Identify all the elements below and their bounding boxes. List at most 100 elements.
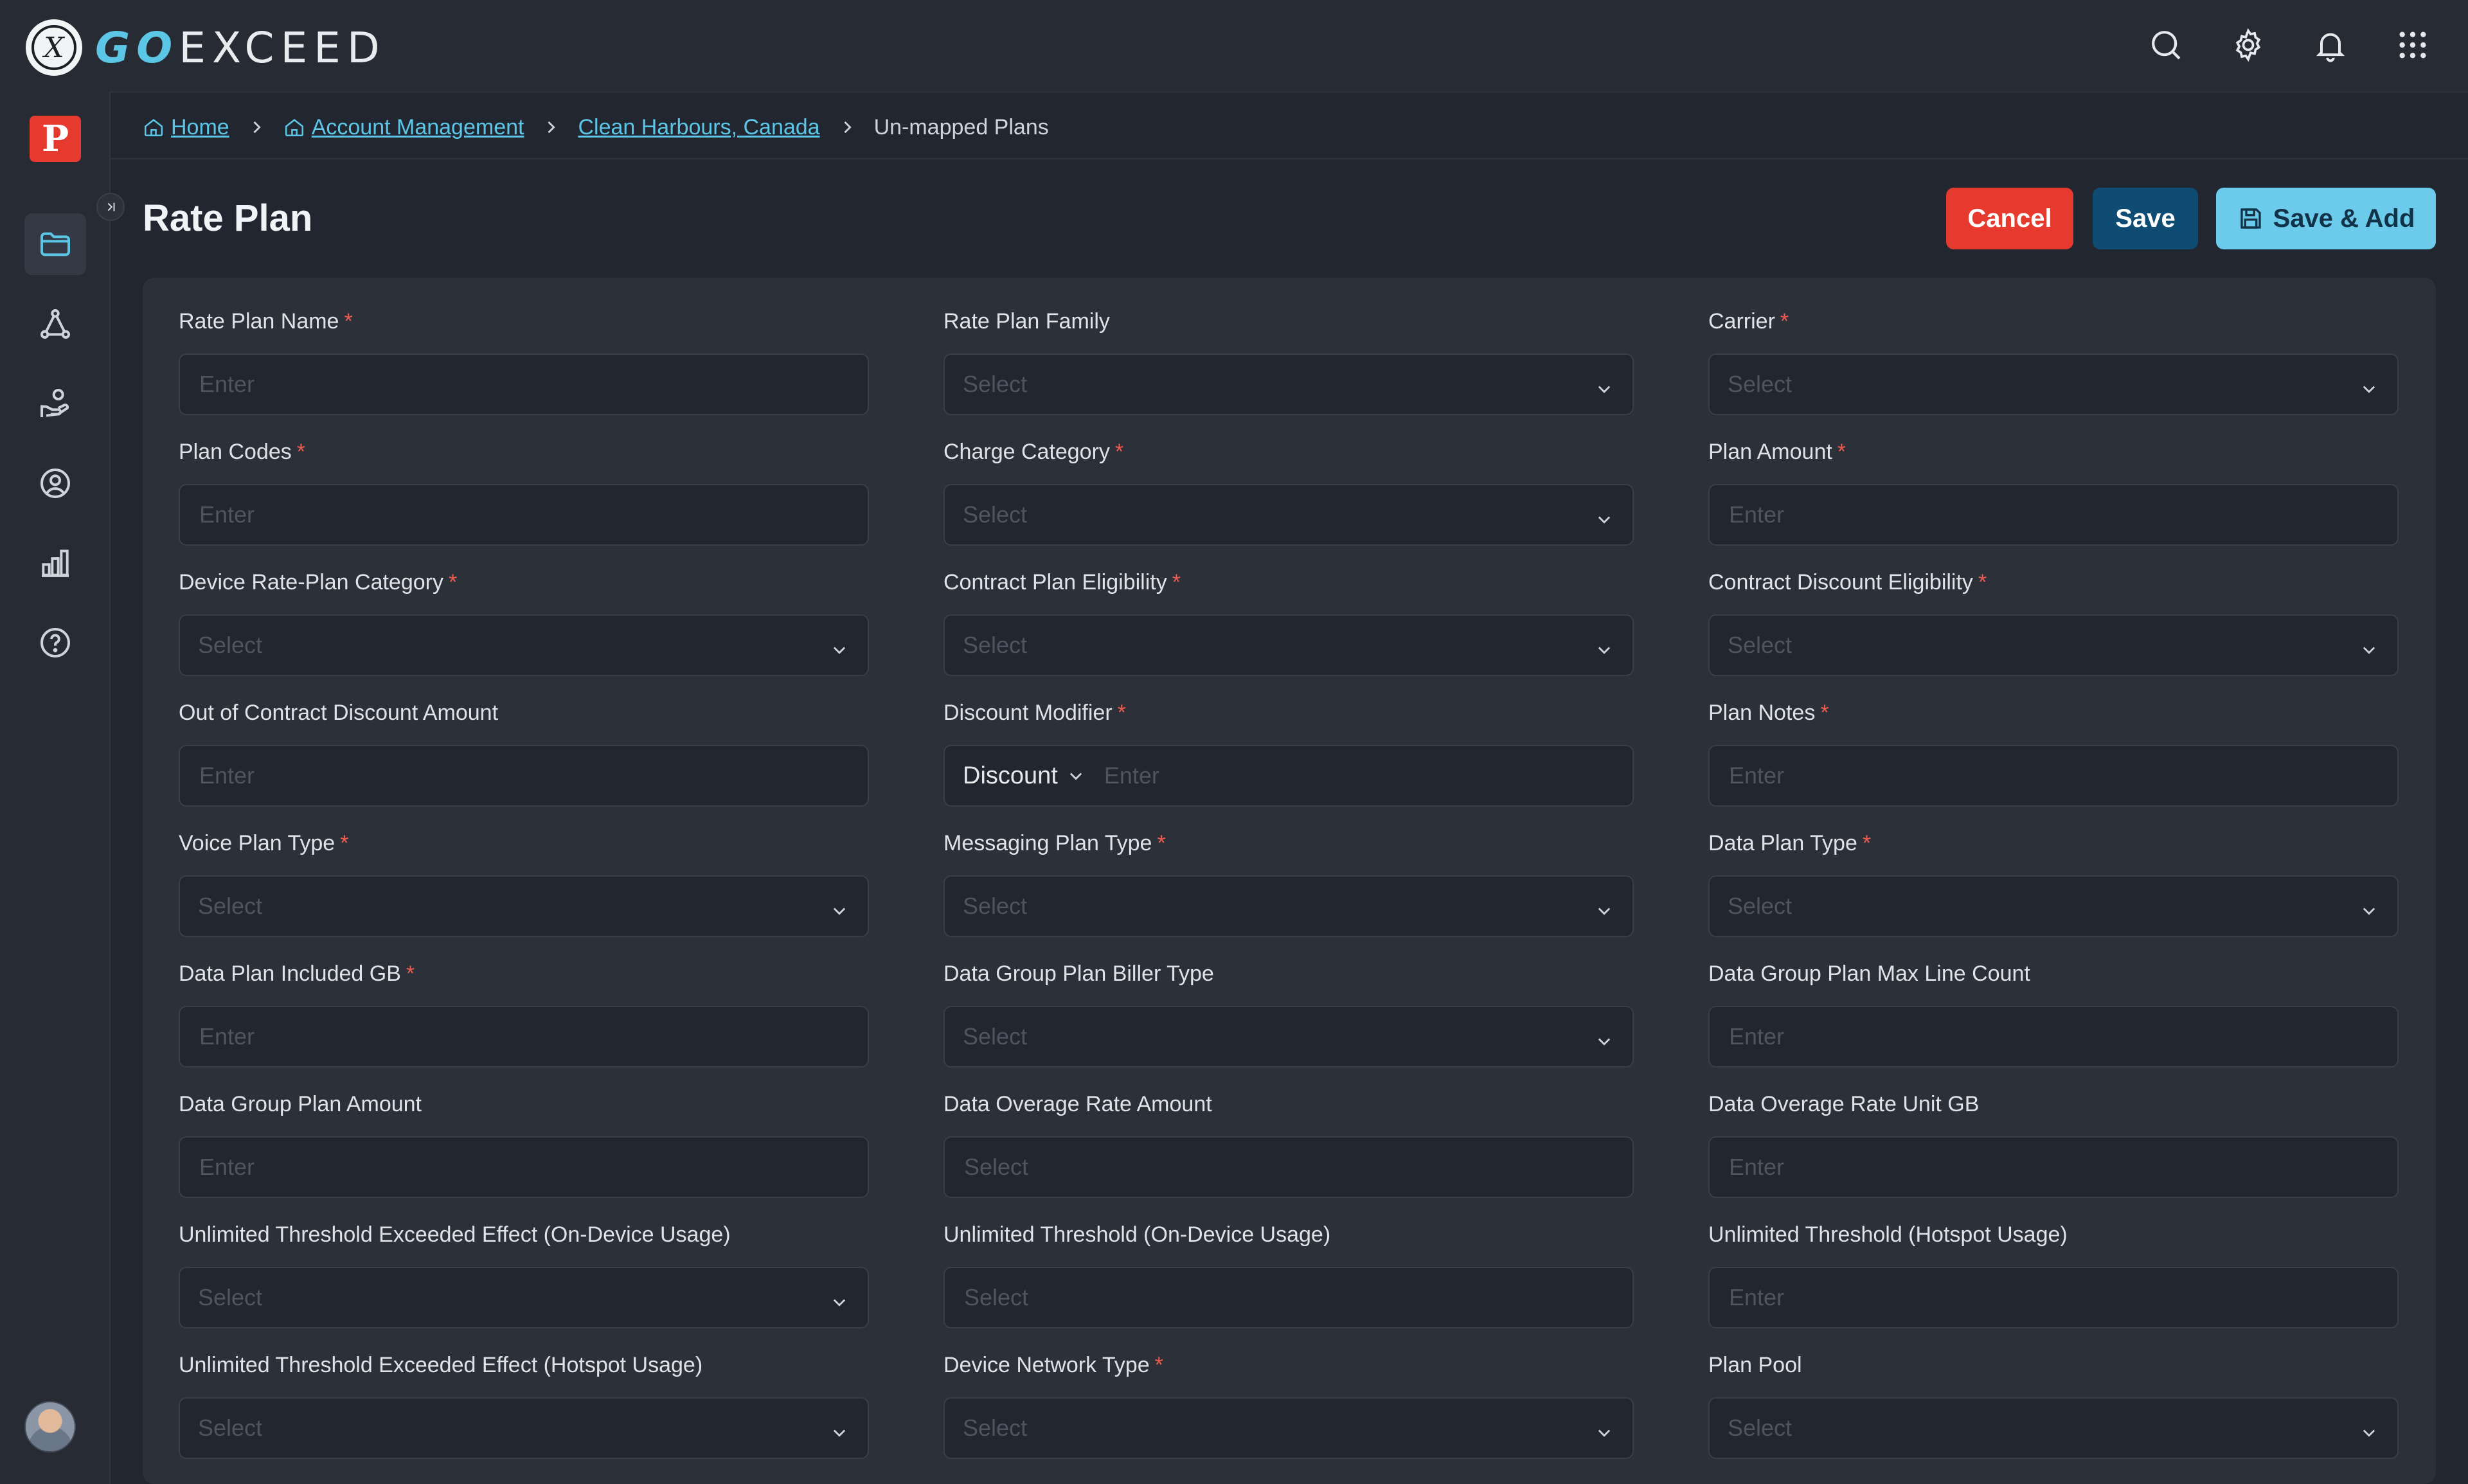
search-icon[interactable] [2143, 22, 2189, 68]
unlimited-threshold-exceeded-effect-hotspot-usage-select[interactable]: Select [179, 1397, 869, 1459]
field-unlimited-threshold-exceeded-effect-on-device-usage: Unlimited Threshold Exceeded Effect (On-… [179, 1222, 869, 1328]
plan-amount-input[interactable] [1728, 501, 2379, 529]
required-asterisk: * [1117, 701, 1126, 725]
field-label-text: Carrier [1708, 309, 1775, 334]
field-label: Data Group Plan Biller Type [943, 961, 1634, 987]
discount-modifier-input[interactable] [1102, 762, 1614, 790]
device-rate-plan-category-select[interactable]: Select [179, 614, 869, 676]
unlimited-threshold-hotspot-usage-input-box[interactable] [1708, 1267, 2399, 1328]
network-icon [40, 309, 70, 339]
data-plan-included-gb-input[interactable] [198, 1023, 850, 1051]
plan-notes-input-box[interactable] [1708, 745, 2399, 807]
breadcrumb-home[interactable]: Home [143, 115, 229, 140]
field-label: Device Rate-Plan Category * [179, 569, 869, 595]
data-overage-rate-amount-input[interactable] [963, 1153, 1614, 1181]
field-data-overage-rate-unit-gb: Data Overage Rate Unit GB [1708, 1091, 2399, 1198]
breadcrumb: Home Account Management Clean Harbours, … [143, 109, 1049, 145]
sidebar-collapse-toggle[interactable] [96, 193, 125, 221]
contract-discount-eligibility-select[interactable]: Select [1708, 614, 2399, 676]
field-label-text: Unlimited Threshold Exceeded Effect (Hot… [179, 1353, 703, 1377]
plan-codes-input[interactable] [198, 501, 850, 529]
field-label-text: Unlimited Threshold (Hotspot Usage) [1708, 1222, 2068, 1247]
unlimited-threshold-on-device-usage-input-box[interactable] [943, 1267, 1634, 1328]
unlimited-threshold-hotspot-usage-input[interactable] [1728, 1283, 2379, 1312]
data-plan-type-select[interactable]: Select [1708, 875, 2399, 937]
plan-pool-select[interactable]: Select [1708, 1397, 2399, 1459]
field-label-text: Unlimited Threshold (On-Device Usage) [943, 1222, 1331, 1247]
brand-badge[interactable]: P [30, 116, 81, 162]
data-group-plan-amount-input[interactable] [198, 1153, 850, 1181]
settings-gear-icon[interactable] [2225, 22, 2271, 68]
plan-codes-input-box[interactable] [179, 484, 869, 546]
field-label-text: Plan Codes [179, 440, 292, 464]
out-of-contract-discount-amount-input[interactable] [198, 762, 850, 790]
sidebar-item-network[interactable] [24, 293, 86, 355]
discount-modifier-input-box[interactable]: Discount [943, 745, 1634, 807]
apps-grid-icon[interactable] [2390, 22, 2436, 68]
field-label-text: Out of Contract Discount Amount [179, 701, 499, 725]
rate-plan-family-select[interactable]: Select [943, 353, 1634, 415]
field-label-text: Device Network Type [943, 1353, 1150, 1377]
sidebar-item-reports[interactable] [24, 532, 86, 594]
unlimited-threshold-on-device-usage-input[interactable] [963, 1283, 1614, 1312]
data-plan-included-gb-input-box[interactable] [179, 1006, 869, 1068]
data-group-plan-max-line-count-input[interactable] [1728, 1023, 2379, 1051]
field-label: Discount Modifier * [943, 700, 1634, 726]
contract-plan-eligibility-select[interactable]: Select [943, 614, 1634, 676]
required-asterisk: * [1114, 440, 1124, 464]
field-charge-category: Charge Category * Select [943, 439, 1634, 546]
data-group-plan-max-line-count-input-box[interactable] [1708, 1006, 2399, 1068]
messaging-plan-type-select[interactable]: Select [943, 875, 1634, 937]
user-avatar[interactable] [24, 1401, 76, 1453]
plan-amount-input-box[interactable] [1708, 484, 2399, 546]
app-logo[interactable]: X GOEXCEED [26, 19, 386, 76]
field-label: Data Plan Type * [1708, 830, 2399, 856]
required-asterisk: * [1978, 570, 1987, 594]
field-label: Unlimited Threshold Exceeded Effect (On-… [179, 1222, 869, 1247]
select-placeholder: Select [963, 1415, 1028, 1441]
chevron-down-icon [1595, 1029, 1613, 1047]
field-label-text: Plan Pool [1708, 1353, 1802, 1377]
unlimited-threshold-exceeded-effect-on-device-usage-select[interactable]: Select [179, 1267, 869, 1328]
cancel-button[interactable]: Cancel [1946, 188, 2073, 249]
hand-coins-icon [40, 389, 69, 417]
field-carrier: Carrier * Select [1708, 308, 2399, 415]
device-network-type-select[interactable]: Select [943, 1397, 1634, 1459]
data-overage-rate-unit-gb-input[interactable] [1728, 1153, 2379, 1181]
field-label: Out of Contract Discount Amount [179, 700, 869, 726]
breadcrumb-account[interactable]: Clean Harbours, Canada [578, 115, 819, 140]
rate-plan-name-input-box[interactable] [179, 353, 869, 415]
plan-notes-input[interactable] [1728, 762, 2379, 790]
discount-type-dropdown[interactable]: Discount [963, 762, 1085, 790]
sidebar-item-folder[interactable] [24, 213, 86, 275]
folder-icon [40, 232, 70, 256]
field-label: Contract Discount Eligibility * [1708, 569, 2399, 595]
voice-plan-type-select[interactable]: Select [179, 875, 869, 937]
save-button[interactable]: Save [2093, 188, 2198, 249]
save-and-add-button[interactable]: Save & Add [2216, 188, 2436, 249]
breadcrumb-account-management[interactable]: Account Management [283, 115, 524, 140]
notification-bell-icon[interactable] [2307, 22, 2354, 68]
charge-category-select[interactable]: Select [943, 484, 1634, 546]
select-placeholder: Select [198, 1415, 263, 1441]
data-group-plan-biller-type-select[interactable]: Select [943, 1006, 1634, 1068]
sidebar-item-billing[interactable] [24, 373, 86, 434]
sidebar-item-help[interactable] [24, 612, 86, 674]
required-asterisk: * [1157, 831, 1166, 855]
bar-chart-icon [42, 550, 69, 577]
carrier-select[interactable]: Select [1708, 353, 2399, 415]
rate-plan-name-input[interactable] [198, 370, 850, 398]
data-overage-rate-amount-input-box[interactable] [943, 1136, 1634, 1198]
out-of-contract-discount-amount-input-box[interactable] [179, 745, 869, 807]
sidebar-item-users[interactable] [24, 452, 86, 514]
data-overage-rate-unit-gb-input-box[interactable] [1708, 1136, 2399, 1198]
breadcrumb-account-management-label: Account Management [311, 114, 524, 139]
required-asterisk: * [1780, 309, 1789, 334]
field-contract-discount-eligibility: Contract Discount Eligibility * Select [1708, 569, 2399, 676]
required-asterisk: * [340, 831, 349, 855]
data-group-plan-amount-input-box[interactable] [179, 1136, 869, 1198]
required-asterisk: * [344, 309, 353, 334]
chevron-down-icon [1058, 767, 1085, 785]
chevron-down-icon [2360, 898, 2378, 916]
field-label: Device Network Type * [943, 1352, 1634, 1378]
